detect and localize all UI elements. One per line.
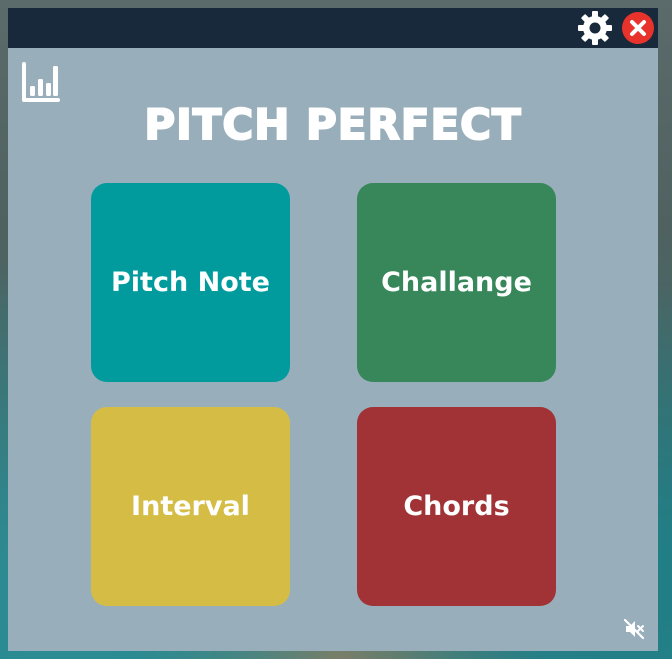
speaker-muted-icon — [623, 618, 645, 640]
bar-chart-icon — [22, 62, 60, 102]
stats-button[interactable] — [20, 60, 60, 104]
mode-tile-pitch-note[interactable]: Pitch Note — [91, 183, 290, 382]
mode-tile-challange[interactable]: Challange — [357, 183, 556, 382]
settings-button[interactable] — [574, 8, 616, 48]
app-window: PITCH PERFECT Pitch Note Challange Inter… — [8, 8, 658, 651]
mode-tile-label: Chords — [403, 491, 510, 522]
mode-tile-interval[interactable]: Interval — [91, 407, 290, 606]
gear-icon — [578, 11, 612, 45]
title-bar — [8, 8, 658, 48]
app-title: PITCH PERFECT — [143, 99, 522, 150]
close-button[interactable] — [620, 8, 656, 48]
close-icon — [622, 12, 654, 44]
mode-tile-chords[interactable]: Chords — [357, 407, 556, 606]
mode-tile-label: Challange — [381, 267, 532, 298]
mode-tile-label: Interval — [131, 491, 250, 522]
mute-button[interactable] — [622, 617, 646, 641]
mode-tile-label: Pitch Note — [111, 267, 270, 298]
